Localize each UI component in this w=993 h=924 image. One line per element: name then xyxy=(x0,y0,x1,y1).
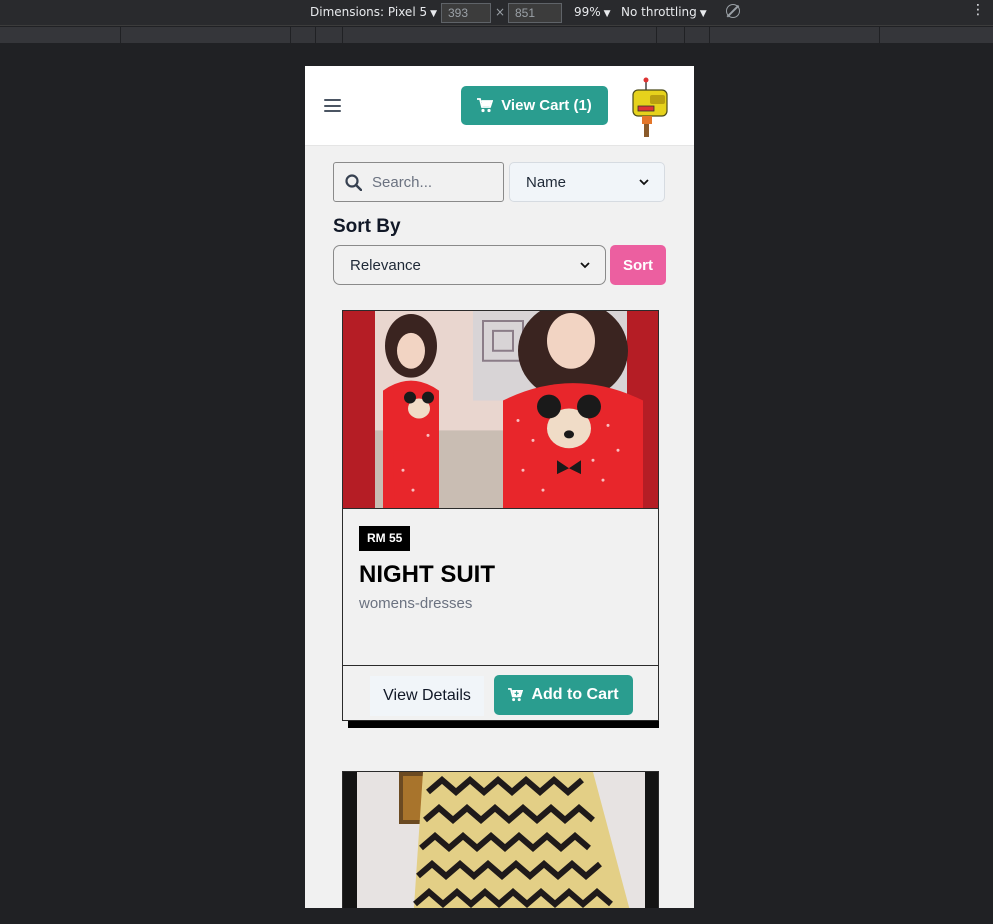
throttling-dropdown[interactable]: No throttling ▼ xyxy=(621,5,707,19)
search-field[interactable] xyxy=(333,162,504,202)
product-title: NIGHT SUIT xyxy=(359,561,495,588)
robot-logo[interactable] xyxy=(630,76,670,138)
ruler-segment[interactable] xyxy=(879,27,880,43)
site-header: View Cart (1) xyxy=(305,66,694,146)
add-to-cart-button[interactable]: Add to Cart xyxy=(494,675,633,715)
caret-down-icon: ▼ xyxy=(699,9,707,19)
media-query-ruler xyxy=(0,27,993,43)
view-cart-button[interactable]: View Cart (1) xyxy=(461,86,608,125)
sort-select-value: Relevance xyxy=(350,257,421,274)
device-dropdown[interactable]: Dimensions: Pixel 5 ▼ xyxy=(310,5,437,19)
product-image[interactable] xyxy=(343,772,659,908)
add-to-cart-label: Add to Cart xyxy=(531,686,619,703)
view-details-button[interactable]: View Details xyxy=(370,676,484,716)
filter-select-value: Name xyxy=(526,174,567,191)
filter-select[interactable]: Name xyxy=(509,162,665,202)
caret-down-icon: ▼ xyxy=(430,9,438,19)
product-category: womens-dresses xyxy=(359,595,473,612)
viewport-width-input[interactable] xyxy=(441,3,491,23)
sort-by-heading: Sort By xyxy=(333,216,401,237)
view-cart-label: View Cart (1) xyxy=(501,97,592,114)
menu-icon[interactable] xyxy=(324,99,341,112)
cart-add-icon xyxy=(508,688,524,702)
ruler-segment[interactable] xyxy=(684,27,685,43)
viewport-height-input[interactable] xyxy=(508,3,562,23)
sort-button[interactable]: Sort xyxy=(610,245,666,285)
sort-select[interactable]: Relevance xyxy=(333,245,606,285)
more-options-icon[interactable]: ⋮ xyxy=(971,2,985,18)
cart-icon xyxy=(477,98,494,113)
ruler-segment[interactable] xyxy=(120,27,121,43)
device-label: Dimensions: Pixel 5 xyxy=(310,5,428,19)
ruler-segment[interactable] xyxy=(342,27,343,43)
throttling-label: No throttling xyxy=(621,5,697,19)
rotate-icon[interactable] xyxy=(726,4,740,18)
devtools-device-toolbar: Dimensions: Pixel 5▼ × 99%▼ No throttlin… xyxy=(0,0,993,26)
card-actions: View Details Add to Cart xyxy=(343,665,658,721)
product-card: RM 55 NIGHT SUIT womens-dresses View Det… xyxy=(342,310,659,721)
chevron-down-icon xyxy=(639,179,649,186)
ruler-segment[interactable] xyxy=(656,27,657,43)
product-image[interactable] xyxy=(343,311,658,509)
search-icon xyxy=(345,174,362,191)
search-input[interactable] xyxy=(372,171,497,193)
product-card xyxy=(342,771,659,908)
ruler-segment[interactable] xyxy=(290,27,291,43)
device-viewport: View Cart (1) Name Sort By Relevance xyxy=(305,66,694,908)
price-badge: RM 55 xyxy=(359,526,411,551)
ruler-segment[interactable] xyxy=(709,27,710,43)
chevron-down-icon xyxy=(580,262,590,269)
times-icon: × xyxy=(495,5,506,19)
zoom-dropdown[interactable]: 99% ▼ xyxy=(574,5,611,19)
ruler-segment[interactable] xyxy=(315,27,316,43)
zoom-label: 99% xyxy=(574,5,601,19)
caret-down-icon: ▼ xyxy=(603,9,611,19)
